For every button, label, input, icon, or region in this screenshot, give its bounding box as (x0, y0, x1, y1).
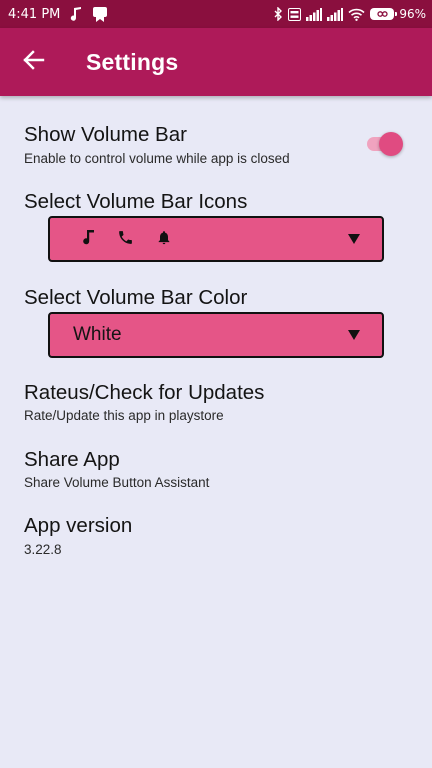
app-version-title: App version (24, 514, 133, 537)
app-version-value: 3.22.8 (24, 542, 62, 557)
status-time: 4:41 PM (8, 6, 61, 22)
share-app-summary: Share Volume Button Assistant (24, 475, 210, 490)
notification-app-icon (92, 6, 108, 22)
phone-icon (117, 229, 134, 250)
bluetooth-icon (274, 7, 283, 21)
status-bar: 4:41 PM 96% (0, 0, 432, 28)
volume-bar-color-dropdown[interactable]: White (48, 312, 384, 358)
volume-bar-icons-dropdown[interactable] (48, 216, 384, 262)
music-note-icon (82, 229, 95, 249)
bell-icon (156, 229, 172, 250)
back-button[interactable] (14, 42, 54, 82)
volume-bar-color-title: Select Volume Bar Color (24, 286, 248, 309)
volume-bar-color-value: White (73, 324, 122, 345)
music-note-icon (70, 7, 82, 21)
chevron-down-icon (348, 330, 360, 340)
signal-icon (306, 7, 323, 21)
wifi-icon (348, 8, 365, 21)
arrow-left-icon (23, 50, 45, 74)
page-title: Settings (86, 48, 179, 75)
rate-update-summary: Rate/Update this app in playstore (24, 408, 224, 423)
signal-icon (327, 7, 344, 21)
battery-icon (370, 8, 398, 20)
chevron-down-icon (348, 234, 360, 244)
battery-percent: 96% (399, 7, 426, 21)
show-volume-bar-toggle[interactable] (364, 131, 406, 157)
show-volume-bar-summary: Enable to control volume while app is cl… (24, 151, 290, 166)
volume-bar-icons-title: Select Volume Bar Icons (24, 190, 248, 213)
share-app-title: Share App (24, 448, 120, 471)
volte-icon (288, 7, 302, 21)
rate-update-title: Rateus/Check for Updates (24, 381, 265, 404)
app-bar: Settings (0, 28, 432, 96)
show-volume-bar-title: Show Volume Bar (24, 123, 187, 146)
toggle-thumb (379, 132, 403, 156)
